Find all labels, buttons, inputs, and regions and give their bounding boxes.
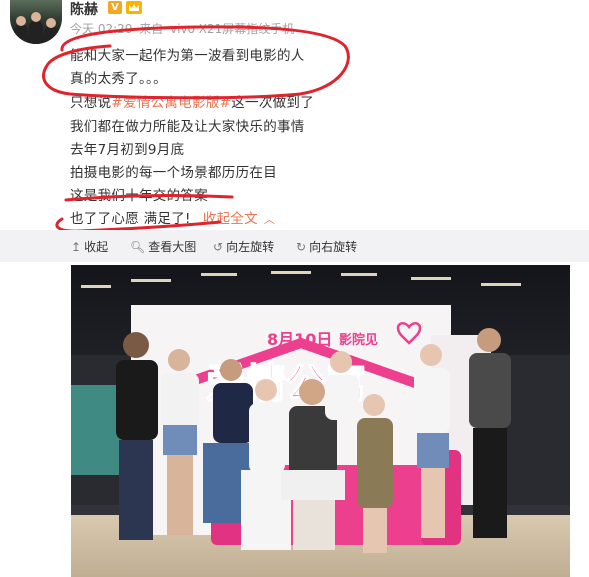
topic-link[interactable]: #爱情公寓电影版# — [111, 95, 231, 111]
magnifier-icon: 🔍︎ — [130, 240, 146, 254]
post-text-line: 我们都在做力所能及让大家快乐的事情 — [70, 119, 305, 135]
rotate-left-icon: ↺ — [213, 240, 224, 254]
post-source[interactable]: vivo X21屏幕指纹手机 — [170, 22, 294, 36]
vip-badge[interactable]: V — [108, 1, 122, 14]
post-photo[interactable]: 8月10日 影院见 爱情公寓 — [71, 265, 570, 577]
photo-scene: 8月10日 影院见 爱情公寓 — [71, 265, 570, 577]
collapse-text-link[interactable]: 收起全文 — [203, 211, 258, 227]
post-text-line: 这是我们十年交的答案 — [70, 188, 208, 204]
image-toolbar: ↥ 收起 🔍︎ 查看大图 ↺ 向左旋转 ↻ 向右旋转 — [0, 230, 589, 262]
post-text-line: 只想说#爱情公寓电影版#这一次做到了 — [70, 91, 314, 111]
source-prefix: 来自 — [139, 22, 164, 36]
avatar[interactable] — [10, 0, 62, 44]
toolbar-label: 查看大图 — [148, 240, 197, 254]
post-time[interactable]: 今天 02:20 — [70, 22, 132, 36]
toolbar-label: 向右旋转 — [309, 240, 358, 254]
post-text-line: 真的太秀了。。。 — [70, 71, 167, 87]
toolbar-label: 收起 — [84, 240, 109, 254]
toolbar-label: 向左旋转 — [226, 240, 275, 254]
rotate-right-button[interactable]: ↻ 向右旋转 — [296, 238, 357, 255]
view-large-button[interactable]: 🔍︎ 查看大图 — [130, 238, 196, 255]
post-text-line: 能和大家一起作为第一波看到电影的人 — [70, 48, 305, 64]
text-fragment: 也了了心愿 满足了! — [70, 211, 191, 227]
post-text-line: 也了了心愿 满足了! 收起全文 ︿ — [70, 207, 275, 227]
post-text-line: 去年7月初到9月底 — [70, 142, 185, 158]
collapse-image-button[interactable]: ↥ 收起 — [71, 238, 108, 255]
crown-icon[interactable] — [126, 1, 142, 14]
poster-tagline: 影院见 — [339, 332, 378, 348]
post-meta: 今天 02:20 来自 vivo X21屏幕指纹手机 — [70, 20, 297, 37]
chevron-up-icon[interactable]: ︿ — [264, 213, 275, 226]
rotate-right-icon: ↻ — [296, 240, 307, 254]
arrow-up-icon: ↥ — [71, 240, 82, 254]
text-fragment: 这一次做到了 — [231, 95, 315, 111]
rotate-left-button[interactable]: ↺ 向左旋转 — [213, 238, 274, 255]
author-name[interactable]: 陈赫 — [70, 0, 98, 19]
post-text-line: 拍摄电影的每一个场景都历历在目 — [70, 165, 277, 181]
text-fragment: 只想说 — [70, 95, 112, 111]
